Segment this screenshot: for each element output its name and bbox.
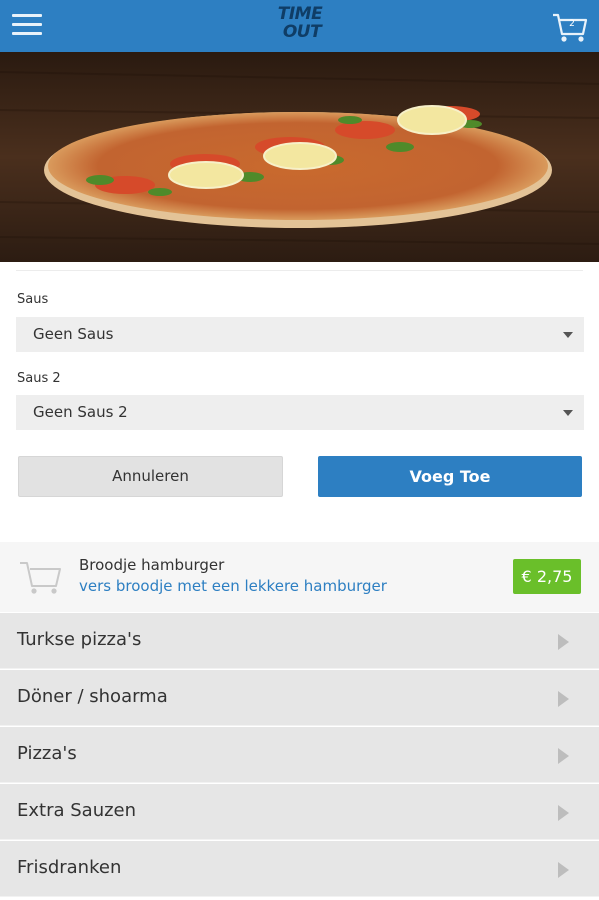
category-list: Turkse pizza's Döner / shoarma Pizza's E… <box>0 613 599 900</box>
saus-2-label: Saus 2 <box>17 371 61 386</box>
cart-button[interactable]: 2 <box>552 12 588 44</box>
dropdown-caret-icon <box>563 332 573 338</box>
category-item[interactable]: Frisdranken <box>0 841 599 897</box>
category-label: Frisdranken <box>17 857 122 878</box>
logo-line-2: OUT <box>282 22 322 42</box>
chevron-right-icon <box>558 748 569 764</box>
category-label: Döner / shoarma <box>17 686 168 707</box>
category-item[interactable]: Döner / shoarma <box>0 670 599 726</box>
chevron-right-icon <box>558 634 569 650</box>
divider <box>16 270 583 271</box>
price-badge[interactable]: € 2,75 <box>513 559 581 594</box>
time-out-logo: TIME OUT <box>270 5 330 47</box>
product-description: vers broodje met een lekkere hamburger <box>79 577 387 595</box>
saus-2-select[interactable]: Geen Saus 2 <box>16 395 584 430</box>
saus-select-value: Geen Saus <box>33 325 114 343</box>
saus-label: Saus <box>17 292 49 307</box>
top-app-bar: TIME OUT 2 <box>0 0 599 52</box>
saus-2-select-value: Geen Saus 2 <box>33 403 128 421</box>
cancel-button[interactable]: Annuleren <box>18 456 283 497</box>
category-label: Turkse pizza's <box>17 629 142 650</box>
app-screen: TIME OUT 2 Saus Geen Saus Saus 2 Geen Sa… <box>0 0 599 900</box>
category-label: Pizza's <box>17 743 77 764</box>
dropdown-caret-icon <box>563 410 573 416</box>
product-options-form: Saus Geen Saus Saus 2 Geen Saus 2 Annule… <box>0 262 599 542</box>
category-item[interactable]: Pizza's <box>0 727 599 783</box>
category-item[interactable]: Extra Sauzen <box>0 784 599 840</box>
chevron-right-icon <box>558 691 569 707</box>
hamburger-menu-icon[interactable] <box>12 12 42 38</box>
product-name: Broodje hamburger <box>79 556 225 574</box>
logo-line-1: TIME <box>277 4 323 24</box>
category-label: Extra Sauzen <box>17 800 137 821</box>
cart-count-badge: 2 <box>569 19 575 29</box>
add-to-cart-button[interactable]: Voeg Toe <box>318 456 582 497</box>
shopping-cart-icon <box>18 558 64 596</box>
category-item[interactable]: Turkse pizza's <box>0 613 599 669</box>
saus-select[interactable]: Geen Saus <box>16 317 584 352</box>
chevron-right-icon <box>558 805 569 821</box>
chevron-right-icon <box>558 862 569 878</box>
product-photo <box>0 52 599 262</box>
product-row[interactable]: Broodje hamburger vers broodje met een l… <box>0 542 599 612</box>
